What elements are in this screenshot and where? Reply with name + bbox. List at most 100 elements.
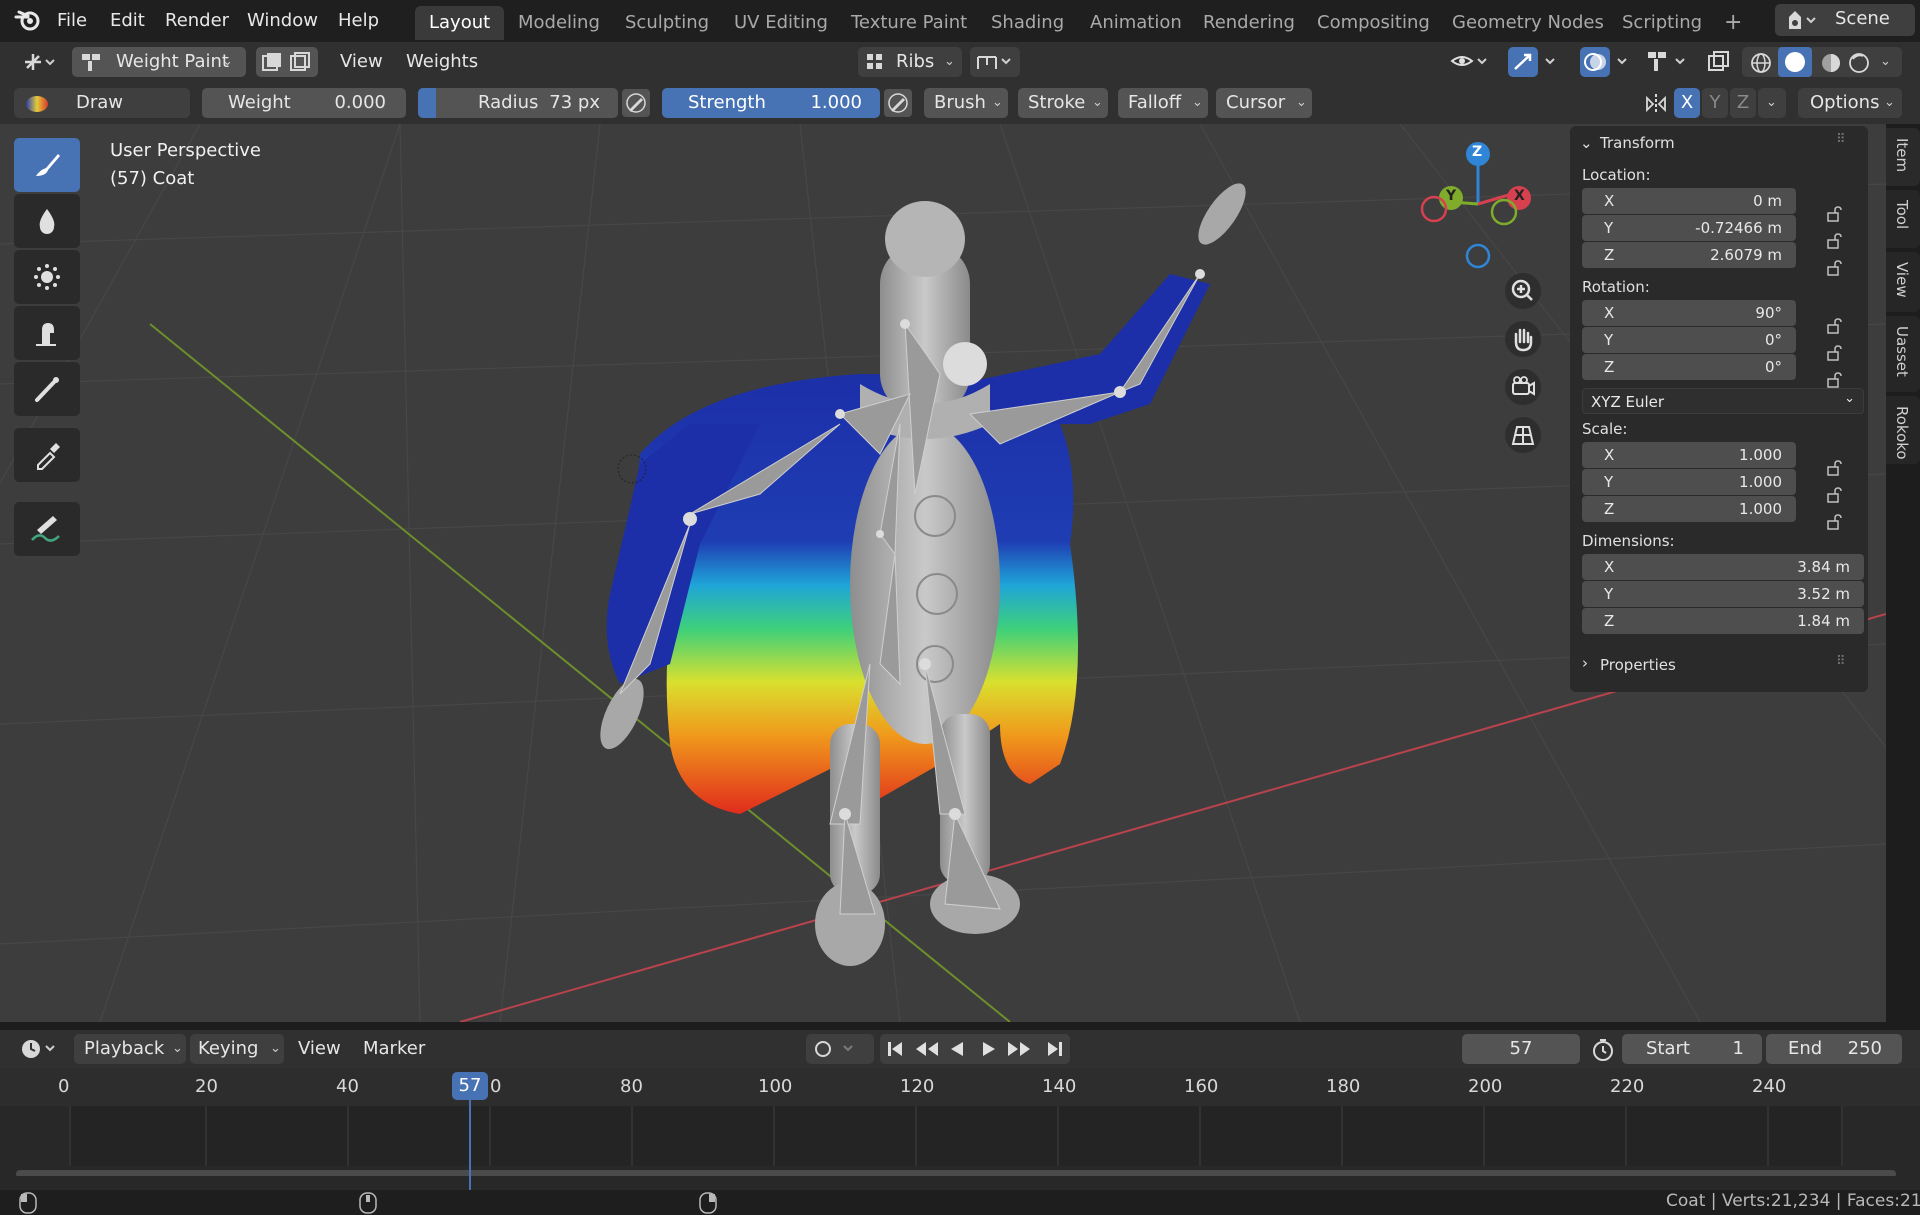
dimensions-x-field[interactable]: X 3.84 m bbox=[1582, 554, 1864, 580]
playback-controls[interactable] bbox=[880, 1034, 1070, 1064]
dimensions-z-field[interactable]: Z 1.84 m bbox=[1582, 608, 1864, 634]
options-menu[interactable]: Options ⌄ bbox=[1798, 88, 1902, 118]
tab-texture-paint[interactable]: Texture Paint bbox=[837, 6, 981, 40]
pan-hand-icon[interactable] bbox=[1504, 320, 1542, 358]
auto-keying-toggle[interactable] bbox=[806, 1034, 874, 1064]
play-icon[interactable] bbox=[980, 1040, 998, 1058]
start-frame-field[interactable]: Start 1 bbox=[1622, 1034, 1762, 1064]
scale-y-field[interactable]: Y 1.000 bbox=[1582, 469, 1796, 495]
lock-icon[interactable] bbox=[1826, 487, 1844, 503]
location-y-field[interactable]: Y -0.72466 m bbox=[1582, 215, 1796, 241]
sidebar-tab-item[interactable]: Item bbox=[1886, 128, 1920, 186]
lock-icon[interactable] bbox=[1826, 318, 1844, 334]
scale-x-field[interactable]: X 1.000 bbox=[1582, 442, 1796, 468]
tab-sculpting[interactable]: Sculpting bbox=[611, 6, 723, 40]
transform-panel-title[interactable]: Transform bbox=[1600, 134, 1675, 152]
strength-field[interactable]: Strength 1.000 bbox=[662, 88, 880, 118]
menu-file[interactable]: File bbox=[50, 6, 94, 36]
chevron-down-icon[interactable]: ⌄ bbox=[1580, 134, 1593, 152]
blender-logo-icon[interactable] bbox=[14, 8, 42, 32]
keying-menu[interactable]: Keying ⌄ bbox=[190, 1034, 284, 1064]
properties-panel-title[interactable]: Properties bbox=[1600, 656, 1676, 674]
add-workspace-button[interactable]: + bbox=[1710, 6, 1756, 40]
perspective-toggle-icon[interactable] bbox=[1504, 416, 1542, 454]
average-tool-button[interactable] bbox=[14, 250, 80, 304]
rotation-z-field[interactable]: Z 0° bbox=[1582, 354, 1796, 380]
radius-field[interactable]: Radius 73 px bbox=[418, 88, 618, 118]
playhead-handle[interactable]: 57 bbox=[452, 1072, 488, 1100]
menu-help[interactable]: Help bbox=[331, 6, 386, 36]
timeline-view-menu[interactable]: View bbox=[298, 1034, 341, 1064]
strength-pressure-icon[interactable] bbox=[884, 89, 912, 117]
gizmo-toggle-icon[interactable] bbox=[1508, 47, 1560, 77]
rotation-y-field[interactable]: Y 0° bbox=[1582, 327, 1796, 353]
scale-z-field[interactable]: Z 1.000 bbox=[1582, 496, 1796, 522]
lock-icon[interactable] bbox=[1826, 233, 1844, 249]
stopwatch-icon[interactable] bbox=[1590, 1037, 1616, 1063]
smear-tool-button[interactable] bbox=[14, 306, 80, 360]
tab-uv-editing[interactable]: UV Editing bbox=[720, 6, 842, 40]
overlays-icon[interactable] bbox=[1580, 47, 1632, 77]
mirror-z-toggle[interactable]: Z bbox=[1730, 88, 1756, 118]
drag-handle-icon[interactable]: ⠿ bbox=[1836, 654, 1846, 669]
lock-icon[interactable] bbox=[1826, 260, 1844, 276]
lock-icon[interactable] bbox=[1826, 345, 1844, 361]
weight-field[interactable]: Weight 0.000 bbox=[202, 88, 406, 118]
radius-pressure-icon[interactable] bbox=[622, 89, 650, 117]
tab-shading[interactable]: Shading bbox=[977, 6, 1078, 40]
marker-menu[interactable]: Marker bbox=[363, 1034, 425, 1064]
cursor-menu[interactable]: Cursor ⌄ bbox=[1216, 88, 1312, 118]
tab-layout[interactable]: Layout bbox=[415, 6, 505, 40]
menu-window[interactable]: Window bbox=[240, 6, 325, 36]
prev-keyframe-icon[interactable] bbox=[914, 1040, 940, 1058]
timeline-editor-type-button[interactable] bbox=[16, 1034, 62, 1064]
menu-edit[interactable]: Edit bbox=[103, 6, 152, 36]
falloff-menu[interactable]: Falloff ⌄ bbox=[1118, 88, 1208, 118]
stroke-menu[interactable]: Stroke ⌄ bbox=[1018, 88, 1108, 118]
end-frame-field[interactable]: End 250 bbox=[1766, 1034, 1902, 1064]
brush-selector[interactable]: Draw bbox=[14, 88, 190, 118]
editor-type-button[interactable] bbox=[18, 47, 64, 77]
rendered-shading-icon[interactable] bbox=[1848, 52, 1870, 74]
drag-handle-icon[interactable]: ⠿ bbox=[1836, 132, 1846, 147]
jump-start-icon[interactable] bbox=[886, 1040, 906, 1058]
sidebar-tab-uasset[interactable]: Uasset bbox=[1886, 316, 1920, 392]
mask-toggle-group[interactable] bbox=[256, 47, 318, 77]
rotation-mode-dropdown[interactable]: XYZ Euler ⌄ bbox=[1582, 388, 1864, 414]
playback-menu[interactable]: Playback ⌄ bbox=[74, 1034, 186, 1064]
tab-animation[interactable]: Animation bbox=[1076, 6, 1196, 40]
sample-weight-tool-button[interactable] bbox=[14, 428, 80, 482]
mirror-x-toggle[interactable]: X bbox=[1674, 88, 1700, 118]
visibility-icon[interactable] bbox=[1450, 51, 1492, 73]
view-menu[interactable]: View bbox=[338, 47, 385, 77]
gradient-tool-button[interactable] bbox=[14, 362, 80, 416]
play-reverse-icon[interactable] bbox=[948, 1040, 966, 1058]
rotation-x-field[interactable]: X 90° bbox=[1582, 300, 1796, 326]
sidebar-tab-view[interactable]: View bbox=[1886, 252, 1920, 312]
sidebar-tab-rokoko[interactable]: Rokoko bbox=[1886, 396, 1920, 464]
blur-tool-button[interactable] bbox=[14, 194, 80, 248]
jump-end-icon[interactable] bbox=[1044, 1040, 1064, 1058]
lock-icon[interactable] bbox=[1826, 372, 1844, 388]
dimensions-y-field[interactable]: Y 3.52 m bbox=[1582, 581, 1864, 607]
tab-geometry-nodes[interactable]: Geometry Nodes bbox=[1438, 6, 1618, 40]
material-shading-icon[interactable] bbox=[1820, 52, 1842, 74]
location-z-field[interactable]: Z 2.6079 m bbox=[1582, 242, 1796, 268]
solid-shading-icon[interactable] bbox=[1778, 47, 1812, 77]
lock-icon[interactable] bbox=[1826, 460, 1844, 476]
3d-viewport[interactable]: User Perspective (57) Coat Z X Y ⌄ Trans… bbox=[0, 124, 1886, 1022]
next-keyframe-icon[interactable] bbox=[1006, 1040, 1032, 1058]
symmetry-options-button[interactable] bbox=[970, 47, 1020, 77]
chevron-right-icon[interactable]: › bbox=[1582, 654, 1588, 672]
zoom-icon[interactable] bbox=[1504, 272, 1542, 310]
tab-rendering[interactable]: Rendering bbox=[1189, 6, 1309, 40]
tab-modeling[interactable]: Modeling bbox=[504, 6, 614, 40]
tab-compositing[interactable]: Compositing bbox=[1303, 6, 1444, 40]
scene-selector[interactable]: Scene bbox=[1775, 4, 1915, 36]
location-x-field[interactable]: X 0 m bbox=[1582, 188, 1796, 214]
current-frame-field[interactable]: 57 bbox=[1462, 1034, 1580, 1064]
mesh-edit-overlay-icon[interactable] bbox=[1646, 50, 1696, 74]
mirror-y-toggle[interactable]: Y bbox=[1702, 88, 1728, 118]
brush-menu[interactable]: Brush ⌄ bbox=[924, 88, 1008, 118]
tab-scripting[interactable]: Scripting bbox=[1608, 6, 1716, 40]
